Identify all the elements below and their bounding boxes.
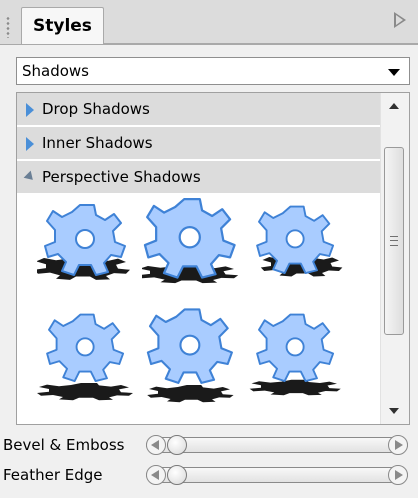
preset-thumbnail[interactable] [247, 305, 347, 405]
preset-thumbnail[interactable] [34, 193, 137, 293]
expand-arrow-icon[interactable] [26, 137, 34, 151]
styles-panel: Styles Shadows Drop Shadows Inner Shadow… [0, 0, 418, 498]
style-category-select[interactable]: Shadows [16, 57, 410, 85]
panel-grip-icon[interactable] [6, 16, 10, 38]
preset-thumbnail[interactable] [137, 193, 242, 293]
gear-perspective-shadow-icon [249, 313, 341, 396]
gear-perspective-shadow-icon [137, 198, 239, 284]
tab-styles[interactable]: Styles [21, 7, 104, 44]
scroll-thumb[interactable] [384, 147, 404, 335]
scroll-up-icon[interactable] [389, 103, 399, 109]
chevron-down-icon[interactable] [388, 69, 400, 76]
gear-perspective-shadow-icon [34, 204, 130, 280]
section-drop-shadows[interactable]: Drop Shadows [17, 93, 381, 126]
bevel-emboss-slider-knob[interactable] [167, 435, 187, 455]
feather-edge-label: Feather Edge [3, 466, 103, 484]
gear-perspective-shadow-icon [256, 205, 343, 277]
increase-arrow-icon[interactable] [388, 435, 408, 455]
increase-arrow-icon[interactable] [388, 465, 408, 485]
scroll-down-icon[interactable] [389, 408, 399, 414]
section-inner-shadows[interactable]: Inner Shadows [17, 127, 381, 160]
preset-thumbnail[interactable] [247, 193, 347, 293]
styles-list: Drop Shadows Inner Shadows Perspective S… [16, 92, 410, 425]
tab-divider [104, 43, 418, 44]
panel-menu-arrow-icon[interactable] [394, 12, 406, 28]
vertical-scrollbar[interactable] [380, 93, 409, 424]
section-label: Perspective Shadows [42, 168, 201, 186]
feather-edge-slider-knob[interactable] [167, 465, 187, 485]
preset-thumbnail[interactable] [37, 305, 137, 405]
preset-thumbnail[interactable] [142, 305, 242, 405]
collapse-arrow-icon[interactable] [23, 170, 37, 184]
expand-arrow-icon[interactable] [26, 103, 34, 117]
section-label: Drop Shadows [42, 100, 150, 118]
style-category-value: Shadows [22, 62, 90, 80]
tab-bar: Styles [0, 0, 418, 45]
preset-grid [17, 193, 381, 424]
bevel-emboss-label: Bevel & Emboss [3, 436, 125, 454]
decrease-arrow-icon[interactable] [146, 435, 166, 455]
tab-label: Styles [33, 16, 92, 36]
decrease-arrow-icon[interactable] [146, 465, 166, 485]
section-perspective-shadows[interactable]: Perspective Shadows [17, 161, 381, 194]
thumb-grip-icon [390, 236, 398, 246]
gear-perspective-shadow-icon [37, 313, 133, 401]
feather-edge-row: Feather Edge [0, 461, 418, 489]
gear-perspective-shadow-icon [146, 308, 234, 403]
bevel-emboss-row: Bevel & Emboss [0, 431, 418, 459]
section-label: Inner Shadows [42, 134, 153, 152]
